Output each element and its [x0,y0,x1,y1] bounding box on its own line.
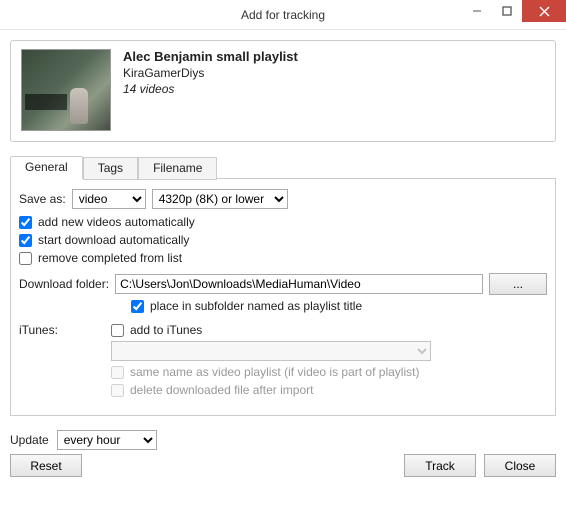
chk-delete-after [111,384,124,397]
download-folder-label: Download folder: [19,277,109,291]
download-folder-input[interactable] [115,274,483,294]
save-as-label: Save as: [19,192,66,206]
tab-body-general: Save as: video 4320p (8K) or lower add n… [10,178,556,416]
playlist-count: 14 videos [123,82,298,96]
chk-same-name-label: same name as video playlist (if video is… [130,365,419,379]
chk-add-itunes[interactable] [111,324,124,337]
save-as-quality-select[interactable]: 4320p (8K) or lower [152,189,288,209]
close-button[interactable]: Close [484,454,556,477]
tab-filename[interactable]: Filename [138,157,217,180]
itunes-playlist-select [111,341,431,361]
chk-remove-completed-label: remove completed from list [38,251,182,265]
save-as-type-select[interactable]: video [72,189,146,209]
chk-delete-after-label: delete downloaded file after import [130,383,313,397]
close-window-button[interactable] [522,0,566,22]
tab-general[interactable]: General [10,156,83,179]
browse-button[interactable]: ... [489,273,547,295]
titlebar: Add for tracking [0,0,566,30]
window-title: Add for tracking [241,8,325,22]
maximize-button[interactable] [492,0,522,22]
chk-subfolder-label: place in subfolder named as playlist tit… [150,299,362,313]
chk-add-new[interactable] [19,216,32,229]
tab-tags[interactable]: Tags [83,157,138,180]
itunes-label: iTunes: [19,323,105,401]
tabs: General Tags Filename [10,156,556,179]
chk-remove-completed[interactable] [19,252,32,265]
chk-start-download-label: start download automatically [38,233,189,247]
playlist-panel: Alec Benjamin small playlist KiraGamerDi… [10,40,556,142]
chk-add-itunes-label: add to iTunes [130,323,202,337]
chk-subfolder[interactable] [131,300,144,313]
update-interval-select[interactable]: every hour [57,430,157,450]
update-label: Update [10,433,49,447]
playlist-thumbnail [21,49,111,131]
playlist-title: Alec Benjamin small playlist [123,49,298,64]
chk-same-name [111,366,124,379]
minimize-button[interactable] [462,0,492,22]
reset-button[interactable]: Reset [10,454,82,477]
chk-add-new-label: add new videos automatically [38,215,195,229]
track-button[interactable]: Track [404,454,476,477]
playlist-author: KiraGamerDiys [123,66,298,80]
chk-start-download[interactable] [19,234,32,247]
